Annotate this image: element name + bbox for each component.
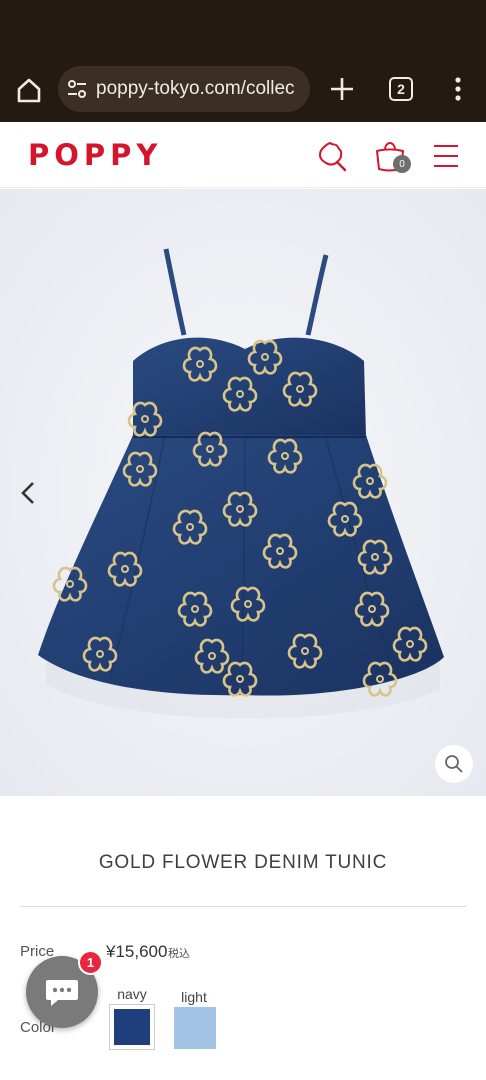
more-menu-icon[interactable]: [448, 75, 468, 103]
swatch-navy[interactable]: [109, 1004, 155, 1050]
swatch-label-navy: navy: [117, 986, 147, 1002]
tax-note: 税込: [168, 948, 190, 960]
price-value: ¥15,600: [106, 942, 168, 961]
site-logo[interactable]: POPPY: [28, 138, 162, 172]
chat-notification-badge: 1: [78, 950, 103, 975]
product-photo: [0, 189, 486, 796]
cart-count-badge: 0: [393, 155, 411, 173]
url-text: poppy-tokyo.com/collec: [96, 78, 295, 99]
chat-icon: [46, 980, 78, 1006]
tab-count: 2: [397, 81, 405, 97]
hamburger-menu-icon[interactable]: [432, 142, 460, 170]
search-icon[interactable]: [316, 140, 348, 172]
zoom-icon: [445, 755, 463, 773]
swatch-light[interactable]: [174, 1007, 216, 1049]
new-tab-icon[interactable]: [328, 75, 356, 103]
product-title: GOLD FLOWER DENIM TUNIC: [98, 852, 388, 873]
status-bar-area: [0, 0, 486, 58]
browser-toolbar: poppy-tokyo.com/collec 2: [0, 58, 486, 122]
address-bar[interactable]: poppy-tokyo.com/collec: [58, 66, 310, 112]
product-image-gallery[interactable]: [0, 189, 486, 796]
site-settings-icon[interactable]: [66, 78, 88, 100]
divider: [20, 906, 466, 907]
home-icon[interactable]: [14, 75, 44, 105]
swatch-navy-color: [114, 1009, 150, 1045]
site-header: POPPY: [0, 122, 486, 188]
tab-switcher-button[interactable]: 2: [389, 77, 413, 101]
chevron-left-icon[interactable]: [14, 479, 42, 507]
swatch-label-light: light: [181, 989, 207, 1005]
zoom-button[interactable]: [435, 745, 473, 783]
